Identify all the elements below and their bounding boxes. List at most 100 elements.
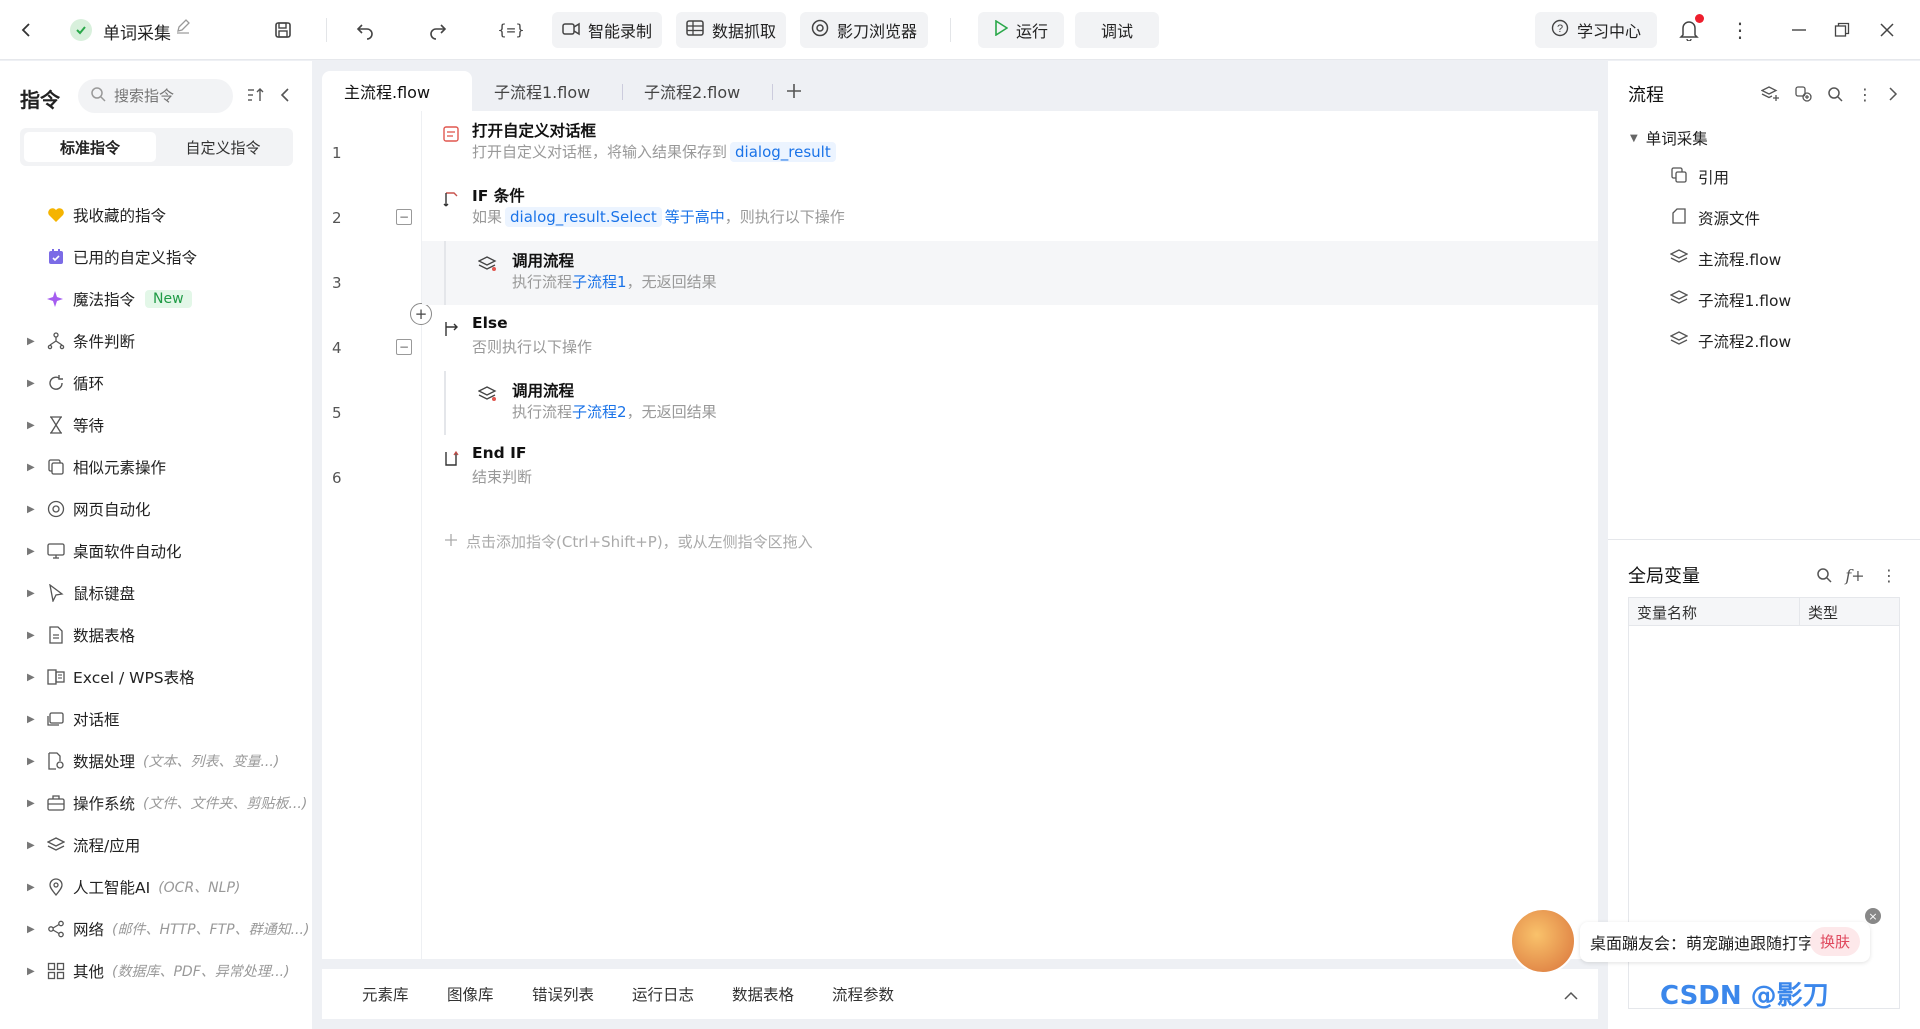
expand-caret-icon[interactable]: ▶ (27, 588, 39, 599)
expand-caret-icon[interactable]: ▶ (27, 798, 39, 809)
step-call-subflow-2[interactable]: 调用流程 执行流程 子流程2 ，无返回结果 (422, 371, 1598, 435)
column-header-type[interactable]: 类型 (1800, 598, 1846, 625)
expand-caret-icon[interactable]: ▶ (27, 966, 39, 977)
tree-item-magic[interactable]: 魔法指令 New (0, 279, 312, 319)
tree-item-used-custom[interactable]: 已用的自定义指令 (0, 237, 312, 277)
more-options-icon[interactable]: ⋮ (1878, 564, 1900, 586)
tab-subflow-1[interactable]: 子流程1.flow (472, 71, 590, 111)
tab-element-library[interactable]: 元素库 (362, 983, 409, 1005)
restore-icon[interactable] (1827, 15, 1857, 45)
tab-error-list[interactable]: 错误列表 (532, 983, 594, 1005)
pet-avatar[interactable] (1510, 908, 1576, 974)
save-icon[interactable] (268, 15, 298, 45)
add-flow-icon[interactable] (1760, 83, 1782, 105)
collapse-toggle[interactable]: − (396, 209, 412, 225)
tab-data-table[interactable]: 数据表格 (732, 983, 794, 1005)
expand-caret-icon[interactable]: ▶ (27, 672, 39, 683)
add-module-icon[interactable] (1793, 83, 1815, 105)
tree-item-data-table[interactable]: ▶ 数据表格 (0, 615, 312, 655)
run-button[interactable]: 运行 (978, 12, 1064, 48)
tree-item-other[interactable]: ▶ 其他 (数据库、PDF、异常处理...) (0, 951, 312, 991)
step-end-if[interactable]: End IF 结束判断 (422, 436, 1598, 500)
expand-caret-icon[interactable]: ▶ (27, 840, 39, 851)
instruction-search[interactable] (78, 79, 233, 113)
expand-caret-icon[interactable]: ▶ (27, 546, 39, 557)
learning-center-button[interactable]: ? 学习中心 (1535, 12, 1657, 48)
tab-flow-params[interactable]: 流程参数 (832, 983, 894, 1005)
tree-item-similar-elements[interactable]: ▶ 相似元素操作 (0, 447, 312, 487)
variable-chip[interactable]: dialog_result (730, 141, 836, 162)
step-open-dialog[interactable]: 打开自定义对话框 打开自定义对话框，将输入结果保存到 dialog_result (422, 111, 1598, 175)
add-tab-icon[interactable] (782, 79, 806, 107)
expand-caret-icon[interactable]: ▶ (27, 882, 39, 893)
expand-caret-icon[interactable]: ▶ (27, 630, 39, 641)
expand-caret-icon[interactable]: ▶ (27, 462, 39, 473)
tree-item-os[interactable]: ▶ 操作系统 (文件、文件夹、剪贴板...) (0, 783, 312, 823)
flow-item-subflow-1[interactable]: 子流程1.flow (1669, 285, 1791, 315)
more-menu-icon[interactable]: ⋮ (1725, 15, 1755, 45)
step-if-condition[interactable]: IF 条件 如果 dialog_result.Select 等于高中 ，则执行以… (422, 176, 1598, 240)
data-capture-button[interactable]: 数据抓取 (676, 12, 786, 48)
flow-item-resources[interactable]: 资源文件 (1670, 203, 1760, 233)
tree-item-ai[interactable]: ▶ 人工智能AI (OCR、NLP) (0, 867, 312, 907)
chevron-down-icon[interactable]: ▼ (1630, 133, 1638, 144)
back-icon[interactable] (12, 15, 42, 45)
collapse-panel-icon[interactable] (279, 86, 291, 108)
expand-caret-icon[interactable]: ▶ (27, 714, 39, 725)
search-input[interactable] (114, 87, 224, 105)
expand-caret-icon[interactable]: ▶ (27, 756, 39, 767)
tree-item-wait[interactable]: ▶ 等待 (0, 405, 312, 445)
column-header-name[interactable]: 变量名称 (1629, 598, 1800, 625)
tab-standard[interactable]: 标准指令 (24, 132, 156, 162)
tree-item-data-processing[interactable]: ▶ 数据处理 (文本、列表、变量...) (0, 741, 312, 781)
tree-item-flow-app[interactable]: ▶ 流程/应用 (0, 825, 312, 865)
notification-bell-icon[interactable] (1674, 14, 1704, 45)
tree-item-mouse-keyboard[interactable]: ▶ 鼠标键盘 (0, 573, 312, 613)
collapse-toggle[interactable]: − (396, 339, 412, 355)
variable-chip[interactable]: dialog_result.Select (505, 206, 662, 227)
tree-item-network[interactable]: ▶ 网络 (邮件、HTTP、FTP、群通知...) (0, 909, 312, 949)
promo-bubble[interactable]: 桌面蹦友会：萌宠蹦迪跟随打字 换肤 (1580, 922, 1870, 962)
step-else[interactable]: Else 否则执行以下操作 (422, 306, 1598, 370)
add-variable-icon[interactable]: f+ (1844, 564, 1866, 586)
edit-title-icon[interactable] (175, 18, 191, 38)
flow-item-subflow-2[interactable]: 子流程2.flow (1669, 326, 1791, 356)
add-instruction-hint[interactable]: 点击添加指令(Ctrl+Shift+P)，或从左侧指令区拖入 (444, 531, 813, 552)
search-icon[interactable] (1813, 564, 1835, 586)
variables-icon[interactable]: {=} (496, 15, 526, 45)
subflow-link[interactable]: 子流程2 (572, 401, 627, 422)
tab-main-flow[interactable]: 主流程.flow (322, 71, 472, 111)
minimize-icon[interactable] (1784, 15, 1814, 45)
tree-item-loop[interactable]: ▶ 循环 (0, 363, 312, 403)
expand-caret-icon[interactable]: ▶ (27, 336, 39, 347)
tree-item-excel[interactable]: ▶ Excel / WPS表格 (0, 657, 312, 697)
flow-tree-root[interactable]: ▼ 单词采集 (1630, 127, 1708, 149)
redo-icon[interactable] (423, 15, 453, 45)
tab-subflow-2[interactable]: 子流程2.flow (622, 71, 740, 111)
chevron-up-icon[interactable] (1564, 987, 1578, 1005)
debug-button[interactable]: 调试 (1075, 12, 1159, 48)
tree-item-condition[interactable]: ▶ 条件判断 (0, 321, 312, 361)
smart-record-button[interactable]: 智能录制 (552, 12, 662, 48)
expand-caret-icon[interactable]: ▶ (27, 504, 39, 515)
tab-image-library[interactable]: 图像库 (447, 983, 494, 1005)
undo-icon[interactable] (350, 15, 380, 45)
step-call-subflow-1[interactable]: 调用流程 执行流程 子流程1 ，无返回结果 (422, 241, 1598, 305)
browser-button[interactable]: 影刀浏览器 (800, 12, 928, 48)
flow-item-reference[interactable]: 引用 (1670, 162, 1729, 192)
tree-item-favorites[interactable]: 我收藏的指令 (0, 195, 312, 235)
tree-item-web-automation[interactable]: ▶ 网页自动化 (0, 489, 312, 529)
search-icon[interactable] (1824, 83, 1846, 105)
tab-run-log[interactable]: 运行日志 (632, 983, 694, 1005)
expand-caret-icon[interactable]: ▶ (27, 420, 39, 431)
close-promo-icon[interactable]: × (1865, 908, 1881, 924)
expand-caret-icon[interactable]: ▶ (27, 924, 39, 935)
tree-item-dialog[interactable]: ▶ 对话框 (0, 699, 312, 739)
close-icon[interactable] (1872, 15, 1902, 45)
change-skin-button[interactable]: 换肤 (1809, 927, 1860, 956)
sort-icon[interactable] (247, 87, 265, 107)
tree-item-desktop-automation[interactable]: ▶ 桌面软件自动化 (0, 531, 312, 571)
expand-caret-icon[interactable]: ▶ (27, 378, 39, 389)
subflow-link[interactable]: 子流程1 (572, 271, 627, 292)
flow-item-main[interactable]: 主流程.flow (1669, 244, 1781, 274)
